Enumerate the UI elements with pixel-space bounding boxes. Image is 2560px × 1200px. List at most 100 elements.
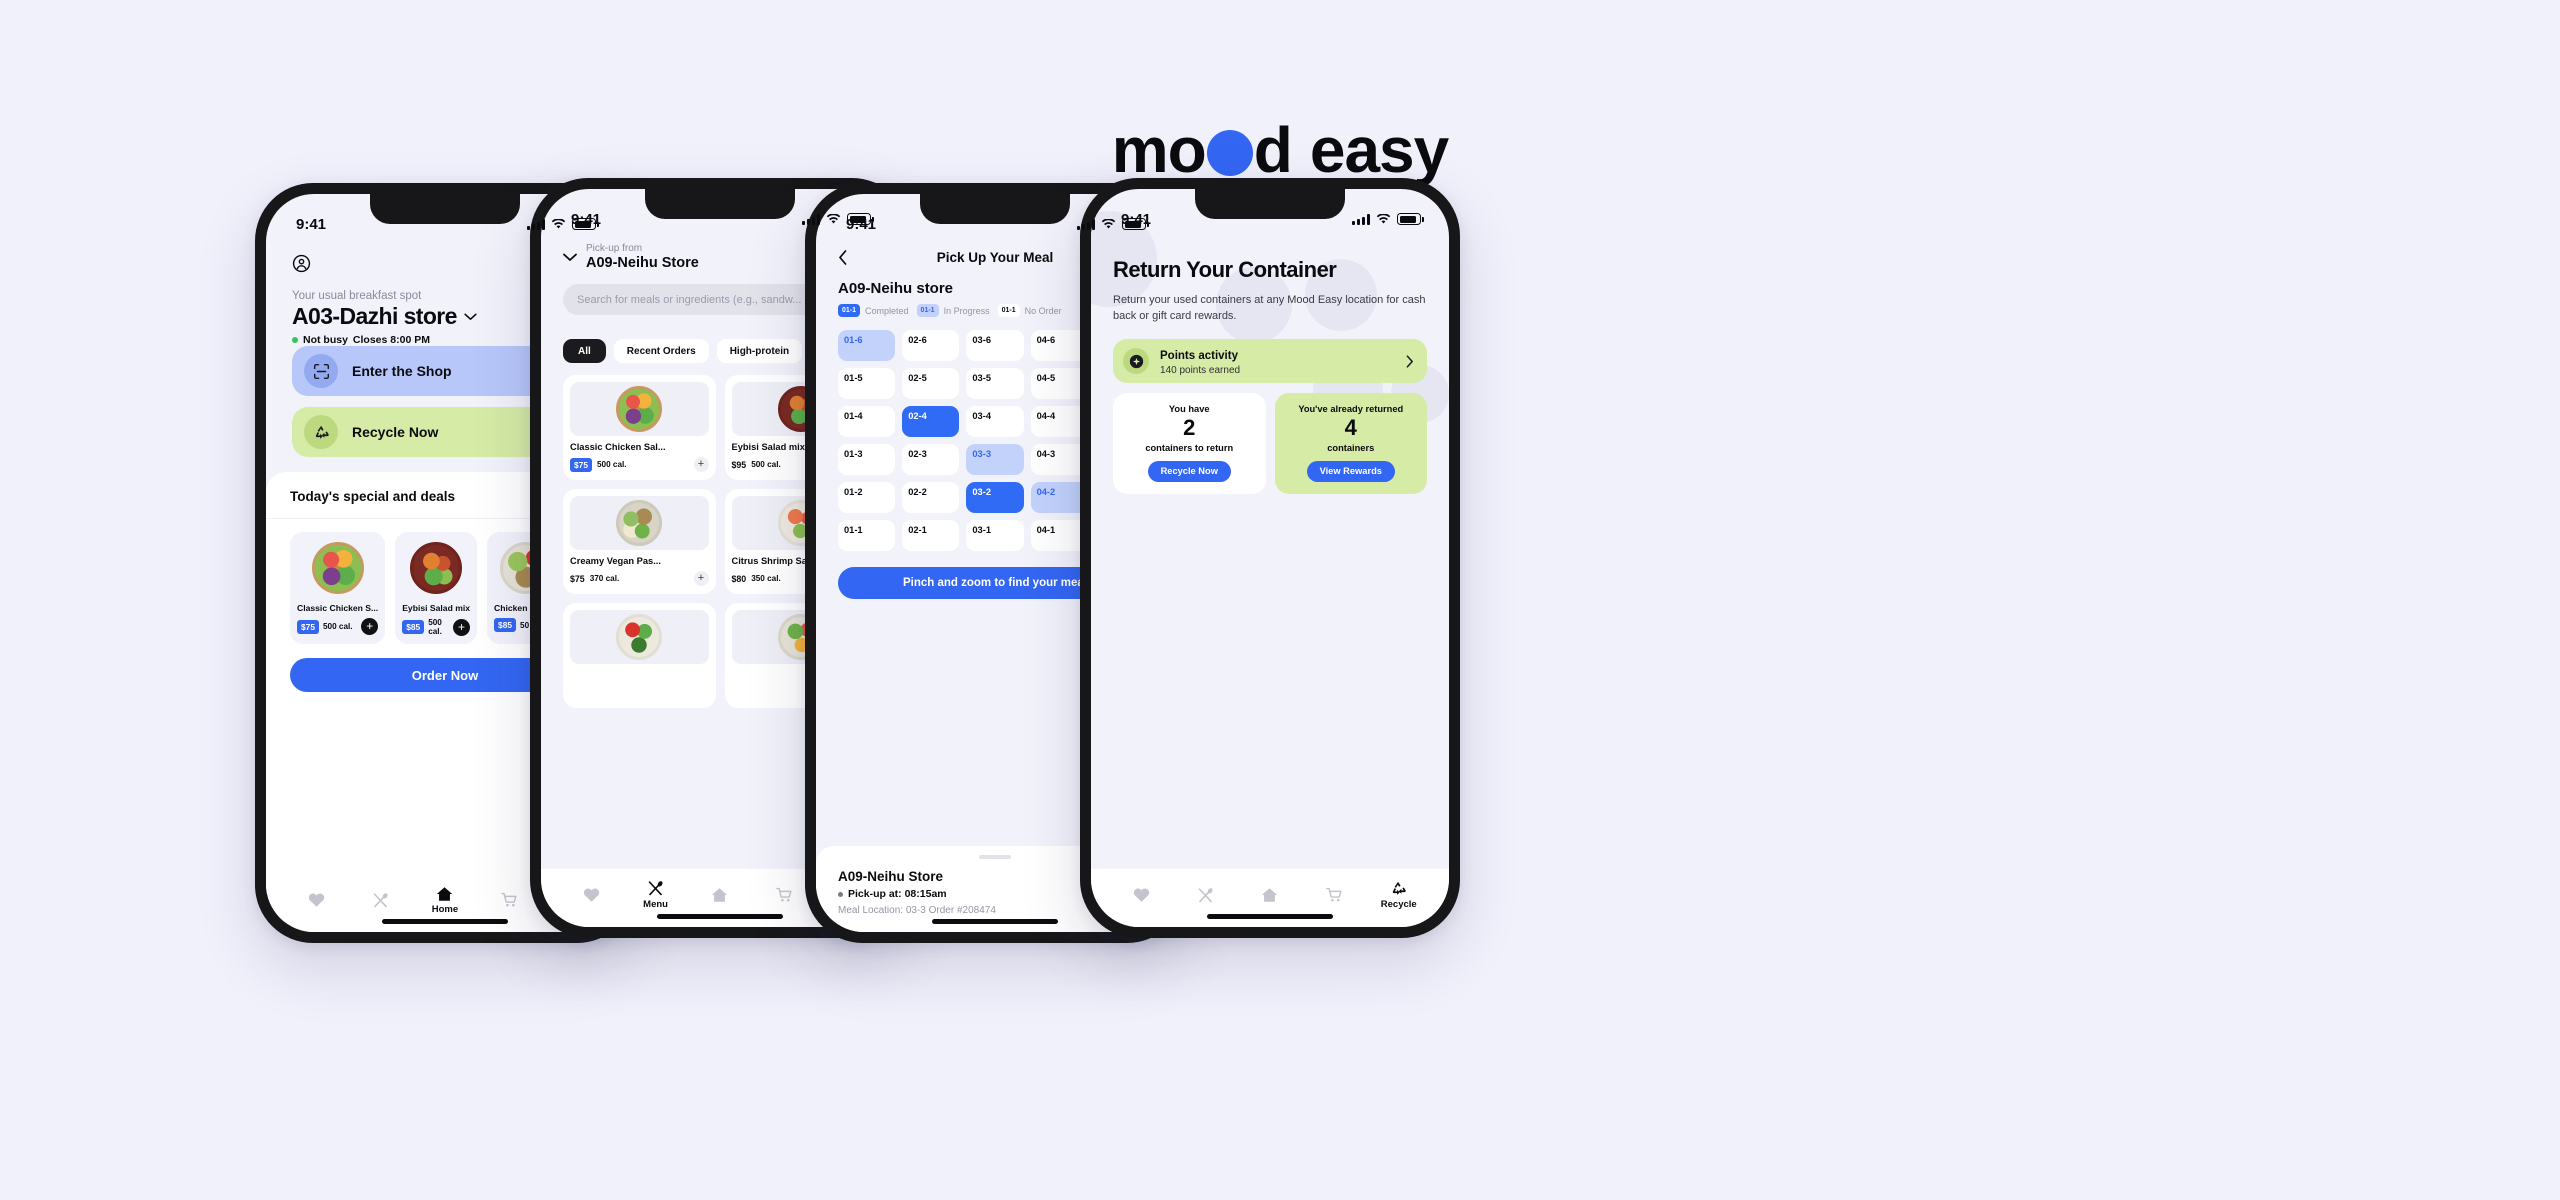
status-time: 9:41	[571, 210, 602, 228]
meal-price: $95	[731, 459, 747, 470]
home-icon	[437, 886, 453, 901]
locker-cell[interactable]: 02-1	[902, 520, 960, 551]
deal-card[interactable]: Eybisi Salad mix $85 500 cal. +	[395, 532, 478, 644]
pickup-store-name: A09-Neihu Store	[586, 255, 699, 271]
deal-calories: 500 cal.	[322, 622, 353, 631]
locker-cell[interactable]: 02-5	[902, 368, 960, 399]
meal-image	[570, 382, 709, 436]
deal-price: $85	[402, 620, 425, 634]
brand-part-2: d	[1253, 114, 1293, 186]
cutlery-icon	[373, 892, 388, 907]
meal-card[interactable]	[563, 603, 716, 708]
plus-icon[interactable]: +	[693, 571, 709, 586]
status-time: 9:41	[846, 215, 877, 233]
meal-card[interactable]: Classic Chicken Sal... $75 500 cal. +	[563, 375, 716, 480]
locker-cell[interactable]: 03-3	[966, 444, 1024, 475]
chip-recent-orders[interactable]: Recent Orders	[613, 339, 709, 363]
store-name: A03-Dazhi store	[292, 303, 457, 329]
locker-cell[interactable]: 02-4	[902, 406, 960, 437]
locker-cell[interactable]: 03-1	[966, 520, 1024, 551]
locker-cell[interactable]: 03-4	[966, 406, 1024, 437]
meal-card[interactable]: Creamy Vegan Pas... $75 370 cal. +	[563, 489, 716, 594]
brand-part-1: mo	[1111, 114, 1207, 186]
enter-shop-label: Enter the Shop	[352, 363, 452, 379]
legend-in-progress: 01-1 In Progress	[916, 304, 990, 317]
nav-item-cart[interactable]	[484, 892, 534, 908]
nav-item-menu[interactable]	[1181, 887, 1231, 904]
nav-item-menu[interactable]	[356, 892, 406, 909]
meal-name: Creamy Vegan Pas...	[570, 556, 661, 566]
meal-calories: 370 cal.	[589, 574, 620, 583]
deals-title: Today's special and deals	[290, 489, 456, 504]
locker-cell[interactable]: 01-6	[838, 330, 896, 361]
nav-item-recycle[interactable]: Recycle	[1374, 880, 1424, 910]
locker-cell[interactable]: 01-4	[838, 406, 896, 437]
locker-cell[interactable]: 01-3	[838, 444, 896, 475]
nav-item-favorites[interactable]	[1116, 887, 1166, 903]
nav-item-home[interactable]	[1245, 887, 1295, 903]
locker-cell[interactable]: 01-5	[838, 368, 896, 399]
battery-icon	[1397, 213, 1424, 225]
plus-icon[interactable]: +	[693, 457, 709, 472]
legend-label-no-order: No Order	[1024, 305, 1062, 316]
status-time: 9:41	[1121, 210, 1152, 228]
meal-price: $75	[570, 457, 592, 472]
phone-mockup-recycle: 9:41 Return Your Container Return your u…	[1080, 178, 1460, 938]
points-icon	[1123, 348, 1149, 375]
deal-name: Eybisi Salad mix	[402, 603, 471, 613]
locker-cell[interactable]: 03-6	[966, 330, 1024, 361]
stat-label-top: You've already returned	[1298, 404, 1404, 415]
chip-high-protein[interactable]: High-protein	[716, 339, 803, 363]
recycle-content: Return Your Container Return your used c…	[1091, 237, 1449, 494]
chevron-down-icon[interactable]	[563, 253, 577, 262]
view-rewards-button[interactable]: View Rewards	[1306, 460, 1395, 482]
stat-number: 4	[1344, 415, 1357, 441]
busy-status-label: Not busy	[303, 334, 348, 346]
legend-completed: 01-1 Completed	[838, 304, 909, 317]
locker-cell[interactable]: 03-5	[966, 368, 1024, 399]
stat-card-to-return: You have 2 containers to return Recycle …	[1113, 393, 1266, 494]
nav-item-home[interactable]	[695, 887, 745, 903]
brand-part-3: easy	[1309, 114, 1449, 186]
stat-label-top: You have	[1168, 404, 1210, 415]
home-icon	[1262, 888, 1278, 902]
plus-icon[interactable]: +	[453, 618, 471, 636]
nav-item-menu[interactable]: Menu	[631, 880, 681, 910]
store-hours: Closes 8:00 PM	[352, 334, 430, 346]
locker-cell[interactable]: 02-3	[902, 444, 960, 475]
locker-cell[interactable]: 02-6	[902, 330, 960, 361]
locker-cell[interactable]: 02-2	[902, 482, 960, 513]
page-description: Return your used containers at any Mood …	[1113, 293, 1426, 323]
nav-item-cart[interactable]	[759, 887, 809, 903]
chevron-down-icon	[464, 313, 477, 320]
locker-cell[interactable]: 01-2	[838, 482, 896, 513]
cart-icon	[775, 887, 792, 902]
recycle-now-button[interactable]: Recycle Now	[1147, 460, 1231, 482]
deal-card[interactable]: Classic Chicken S... $75 500 cal. +	[290, 532, 386, 644]
legend-label-completed: Completed	[865, 305, 909, 316]
nav-item-cart[interactable]	[1309, 887, 1359, 903]
nav-item-home[interactable]: Home	[420, 886, 470, 915]
stats-row: You have 2 containers to return Recycle …	[1113, 393, 1427, 494]
home-indicator	[1207, 914, 1333, 919]
recycle-icon	[1393, 882, 1406, 895]
nav-item-favorites[interactable]	[566, 887, 616, 903]
home-indicator	[932, 919, 1058, 924]
deal-price: $75	[297, 619, 319, 634]
account-circle-icon[interactable]	[292, 254, 311, 273]
device-notch	[645, 189, 795, 219]
sheet-grabber[interactable]	[979, 855, 1011, 859]
nav-item-favorites[interactable]	[291, 892, 341, 908]
chevron-right-icon[interactable]	[1406, 355, 1414, 368]
home-icon	[712, 888, 728, 902]
home-indicator	[382, 919, 508, 924]
nav-label-recycle: Recycle	[1380, 899, 1417, 910]
stat-label-bottom: containers	[1327, 442, 1375, 453]
points-activity-card[interactable]: Points activity 140 points earned	[1113, 339, 1427, 384]
locker-cell[interactable]: 03-2	[966, 482, 1024, 513]
legend-no-order: 01-1 No Order	[997, 304, 1062, 317]
locker-cell[interactable]: 01-1	[838, 520, 896, 551]
plus-icon[interactable]: +	[361, 618, 379, 635]
chip-all[interactable]: All	[563, 339, 606, 363]
meal-price: $80	[731, 573, 747, 584]
